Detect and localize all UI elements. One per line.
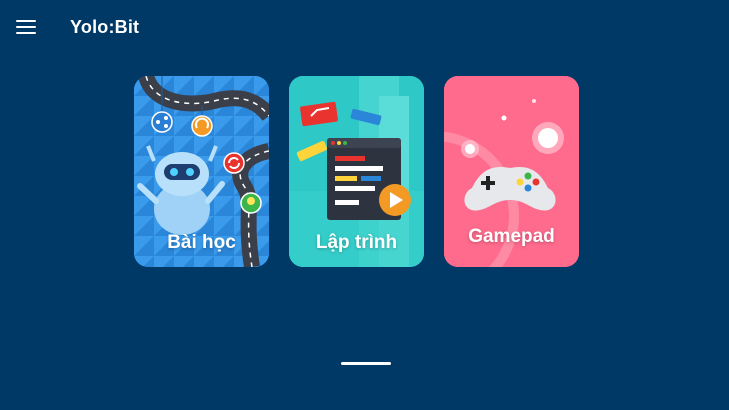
menu-icon[interactable]: [14, 16, 38, 38]
app-bar: Yolo:Bit: [0, 0, 729, 56]
coding-card[interactable]: Lập trình: [289, 76, 424, 267]
gamepad-label: Gamepad: [468, 226, 555, 247]
lessons-card[interactable]: Bài học: [134, 76, 269, 267]
lessons-label: Bài học: [167, 232, 236, 253]
gamepad-card[interactable]: Gamepad: [444, 76, 579, 267]
app-title: Yolo:Bit: [70, 17, 140, 37]
coding-label: Lập trình: [315, 232, 398, 253]
page-indicator: [341, 362, 391, 365]
